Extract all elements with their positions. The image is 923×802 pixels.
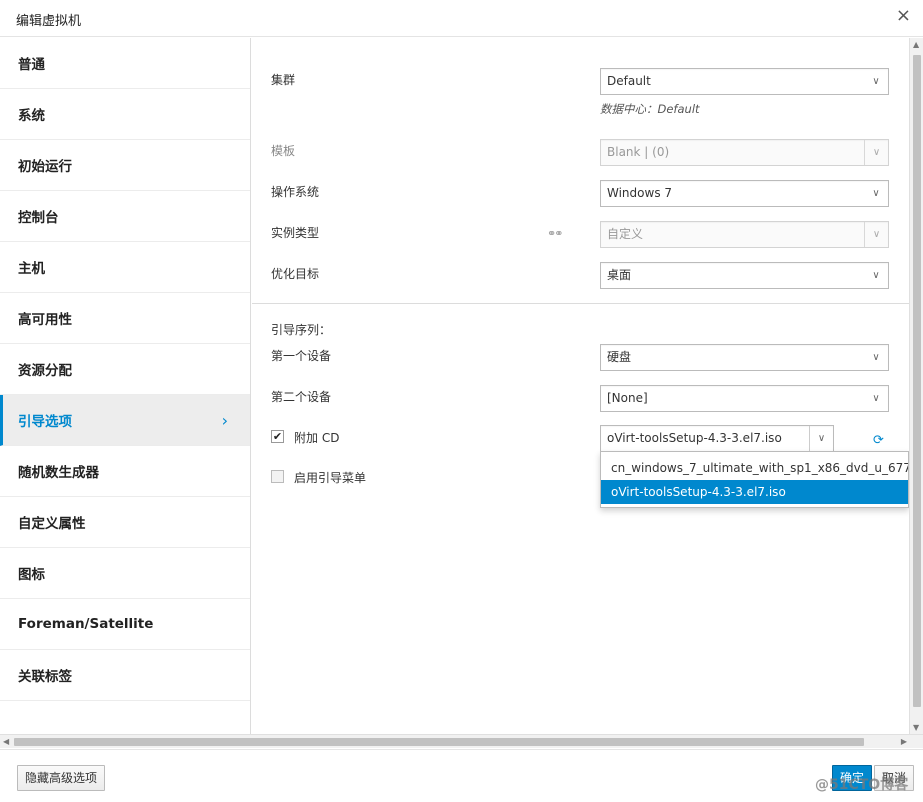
caret-down-icon: ∨ (864, 222, 888, 247)
refresh-icon[interactable]: ⟳ (873, 433, 884, 448)
instance-type-label: 实例类型 (271, 226, 320, 240)
scroll-down-icon[interactable]: ▼ (913, 723, 919, 732)
sidebar-nav: 普通 系统 初始运行 控制台 主机 高可用性 资源分配 引导选项 › 随机数生成… (0, 38, 251, 734)
first-device-label: 第一个设备 (271, 349, 332, 363)
horizontal-scrollbar[interactable]: ◀ ▶ (0, 734, 923, 748)
sidebar-item-general[interactable]: 普通 (0, 38, 250, 89)
os-select[interactable]: Windows 7 ∨ (600, 180, 889, 207)
optimize-value: 桌面 (607, 268, 632, 282)
sidebar-item-host[interactable]: 主机 (0, 242, 250, 293)
caret-down-icon: ∨ (809, 426, 833, 451)
vertical-scrollbar[interactable]: ▲ ▼ (909, 38, 923, 734)
caret-down-icon: ∨ (872, 76, 880, 87)
hide-advanced-button[interactable]: 隐藏高级选项 (17, 765, 106, 791)
template-value: Blank | (0) (607, 145, 670, 159)
dialog-title: 编辑虚拟机 (16, 14, 82, 29)
sidebar-item-initial-run[interactable]: 初始运行 (0, 140, 250, 191)
sidebar-item-boot-options[interactable]: 引导选项 › (0, 395, 250, 446)
optimize-label: 优化目标 (271, 267, 320, 281)
cd-option-selected[interactable]: oVirt-toolsSetup-4.3-3.el7.iso (601, 480, 908, 504)
boot-menu-label: 启用引导菜单 (294, 471, 367, 485)
second-device-select[interactable]: [None] ∨ (600, 385, 889, 412)
datacenter-note: 数据中心：Default (600, 102, 700, 116)
attach-cd-label: 附加 CD (294, 431, 340, 445)
sidebar-item-label: 引导选项 (18, 414, 72, 430)
sidebar-item-icon[interactable]: 图标 (0, 548, 250, 599)
scroll-right-icon[interactable]: ▶ (901, 737, 907, 746)
second-device-value: [None] (607, 391, 648, 405)
template-label: 模板 (271, 144, 296, 158)
instance-type-select: 自定义 ∨ (600, 221, 889, 248)
chevron-right-icon: › (221, 411, 228, 430)
optimize-select[interactable]: 桌面 ∨ (600, 262, 889, 289)
cluster-value: Default (607, 74, 651, 88)
template-select: Blank | (0) ∨ (600, 139, 889, 166)
sidebar-item-label: 高可用性 (18, 312, 72, 328)
sidebar-item-label: 主机 (18, 261, 45, 277)
cd-dropdown-list: cn_windows_7_ultimate_with_sp1_x86_dvd_u… (600, 451, 909, 508)
attach-cd-value: oVirt-toolsSetup-4.3-3.el7.iso (607, 431, 782, 445)
horizontal-scroll-thumb[interactable] (14, 738, 864, 746)
sidebar-item-foreman-satellite[interactable]: Foreman/Satellite (0, 599, 250, 650)
caret-down-icon: ∨ (872, 352, 880, 363)
caret-down-icon: ∨ (872, 270, 880, 281)
attach-cd-select[interactable]: oVirt-toolsSetup-4.3-3.el7.iso ∨ (600, 425, 834, 452)
cluster-label: 集群 (271, 73, 296, 87)
vertical-scroll-thumb[interactable] (913, 55, 921, 707)
sidebar-item-label: 普通 (18, 57, 45, 73)
cluster-select[interactable]: Default ∨ (600, 68, 889, 95)
caret-down-icon: ∨ (872, 188, 880, 199)
first-device-value: 硬盘 (607, 350, 632, 364)
sidebar-item-rng[interactable]: 随机数生成器 (0, 446, 250, 497)
caret-down-icon: ∨ (864, 140, 888, 165)
sidebar-item-label: 系统 (18, 108, 45, 124)
scroll-left-icon[interactable]: ◀ (3, 737, 9, 746)
sidebar-item-label: 图标 (18, 567, 45, 583)
watermark: @51CTO博客 (815, 777, 909, 793)
sidebar-item-high-availability[interactable]: 高可用性 (0, 293, 250, 344)
sidebar-item-affinity-labels[interactable]: 关联标签 (0, 650, 250, 701)
close-icon[interactable]: × (896, 6, 911, 26)
sidebar-item-custom-properties[interactable]: 自定义属性 (0, 497, 250, 548)
dialog-header: 编辑虚拟机 × (0, 0, 923, 37)
sidebar-item-console[interactable]: 控制台 (0, 191, 250, 242)
os-label: 操作系统 (271, 185, 320, 199)
caret-down-icon: ∨ (872, 393, 880, 404)
sidebar-item-label: 自定义属性 (18, 516, 86, 532)
sidebar-item-label: 初始运行 (18, 159, 72, 175)
sidebar-item-system[interactable]: 系统 (0, 89, 250, 140)
boot-sequence-title: 引导序列： (271, 323, 332, 337)
section-divider (252, 303, 909, 304)
cd-option[interactable]: cn_windows_7_ultimate_with_sp1_x86_dvd_u… (601, 456, 908, 480)
sidebar-item-label: 资源分配 (18, 363, 72, 379)
dialog-footer: 隐藏高级选项 确定 取消 @51CTO博客 (0, 749, 923, 802)
attach-cd-checkbox[interactable]: ✔ (271, 430, 284, 443)
sidebar-item-label: 随机数生成器 (18, 465, 99, 481)
sidebar-item-resource-allocation[interactable]: 资源分配 (0, 344, 250, 395)
scroll-up-icon[interactable]: ▲ (913, 40, 919, 49)
link-icon[interactable]: ⚭⚭ (547, 227, 564, 240)
first-device-select[interactable]: 硬盘 ∨ (600, 344, 889, 371)
second-device-label: 第二个设备 (271, 390, 332, 404)
sidebar-item-label: Foreman/Satellite (18, 616, 154, 632)
sidebar-item-label: 关联标签 (18, 669, 72, 685)
os-value: Windows 7 (607, 186, 673, 200)
boot-options-panel: 集群 Default ∨ 数据中心：Default 模板 Blank | (0)… (252, 38, 909, 734)
sidebar-item-label: 控制台 (18, 210, 59, 226)
boot-menu-checkbox[interactable] (271, 470, 284, 483)
edit-vm-dialog: 编辑虚拟机 × 普通 系统 初始运行 控制台 主机 高可用性 资源分配 引导选项… (0, 0, 923, 802)
instance-type-value: 自定义 (607, 227, 644, 241)
